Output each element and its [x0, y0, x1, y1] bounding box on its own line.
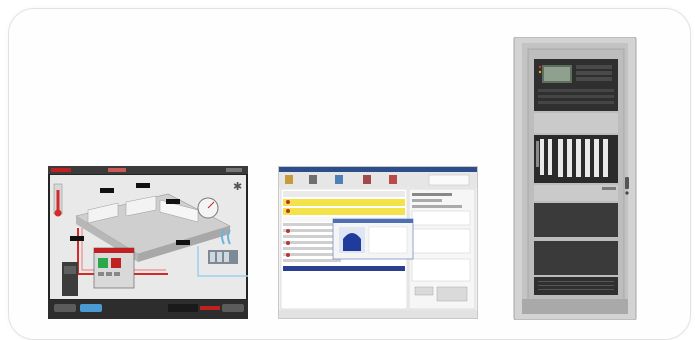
- hmi-touchscreen-icon: ✱: [48, 166, 248, 319]
- svg-text:✱: ✱: [233, 180, 242, 193]
- fire-panel-cabinet-image[interactable]: [512, 37, 638, 320]
- fire-panel-cabinet-icon: [513, 37, 637, 320]
- management-software-image[interactable]: [278, 166, 478, 319]
- software-window-icon: [279, 167, 477, 318]
- hmi-workstation-image[interactable]: ✱: [48, 166, 248, 319]
